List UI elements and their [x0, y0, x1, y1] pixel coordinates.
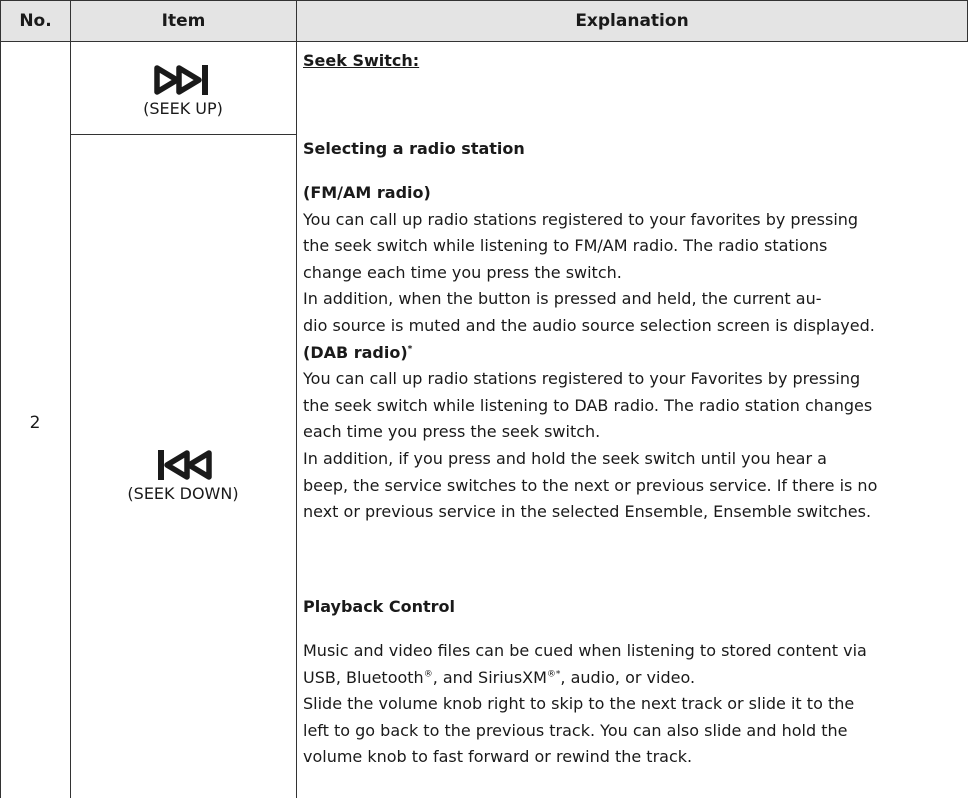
- header-item: Item: [71, 1, 296, 41]
- dab-line: the seek switch while listening to DAB r…: [303, 395, 873, 415]
- seek-up-icon: [154, 64, 208, 95]
- seek-up-label: (SEEK UP): [143, 98, 223, 118]
- dab-line: each time you press the seek switch.: [303, 422, 601, 442]
- fmam-title: (FM/AM radio): [303, 183, 431, 202]
- dab-title: (DAB radio)*: [303, 342, 413, 362]
- seek-down-label: (SEEK DOWN): [127, 483, 239, 503]
- fmam-line: You can call up radio stations registere…: [303, 209, 859, 229]
- playback-section: Music and video files can be cued when l…: [303, 638, 963, 771]
- fmam-section: (FM/AM radio) You can call up radio stat…: [303, 180, 963, 526]
- playback-title: Playback Control: [303, 597, 456, 616]
- fmam-line: the seek switch while listening to FM/AM…: [303, 236, 828, 256]
- playback-line: USB, Bluetooth®, and SiriusXM®*, audio, …: [303, 667, 696, 687]
- dab-footnote-mark: *: [407, 344, 413, 355]
- dab-line: next or previous service in the selected…: [303, 502, 872, 522]
- dab-line: beep, the service switches to the next o…: [303, 475, 878, 495]
- seek-up-item: (SEEK UP): [70, 48, 296, 132]
- fmam-line: dio source is muted and the audio source…: [303, 315, 875, 335]
- fmam-line: change each time you press the switch.: [303, 262, 622, 282]
- seek-switch-title: Seek Switch:: [303, 51, 420, 70]
- fmam-line: In addition, when the button is pressed …: [303, 289, 822, 309]
- dab-line: In addition, if you press and hold the s…: [303, 448, 827, 468]
- row-number: 2: [29, 413, 41, 433]
- header-explanation: Explanation: [297, 1, 967, 41]
- playback-line: Music and video files can be cued when l…: [303, 641, 867, 660]
- seek-down-item: (SEEK DOWN): [70, 430, 296, 520]
- seek-down-icon: [158, 449, 212, 480]
- playback-line: volume knob to fast forward or rewind th…: [303, 747, 693, 767]
- playback-line: left to go back to the previous track. Y…: [303, 720, 848, 740]
- selecting-title: Selecting a radio station: [303, 139, 525, 158]
- playback-line: Slide the volume knob right to skip to t…: [303, 694, 855, 714]
- header-no: No.: [1, 1, 70, 41]
- dab-line: You can call up radio stations registere…: [303, 369, 861, 389]
